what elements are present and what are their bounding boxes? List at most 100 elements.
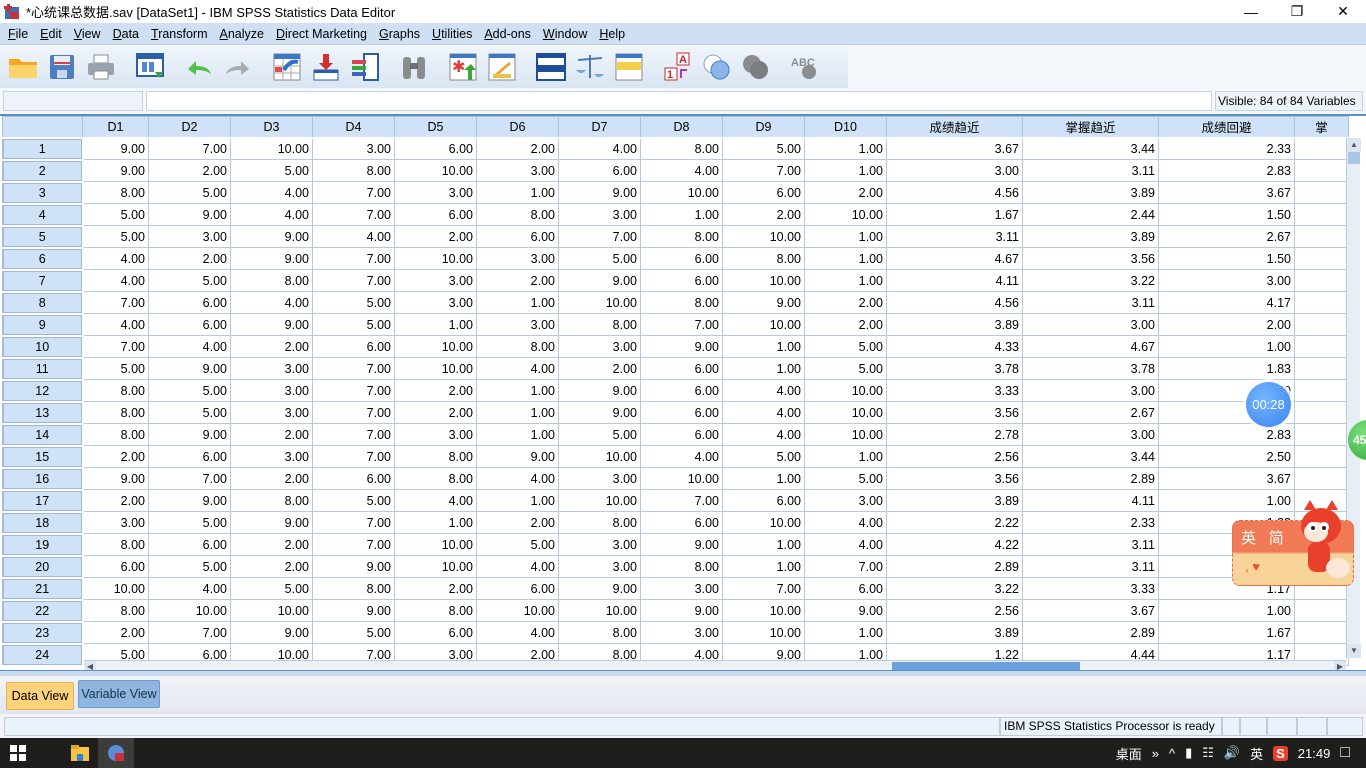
data-cell[interactable]: 1.00 — [476, 181, 559, 204]
data-cell[interactable]: 6.00 — [640, 401, 723, 424]
data-cell[interactable]: 7.00 — [148, 621, 231, 644]
data-cell[interactable]: 8.00 — [394, 599, 477, 622]
redo-button[interactable] — [221, 50, 255, 84]
column-header[interactable]: D3 — [230, 116, 313, 139]
data-cell[interactable] — [1294, 599, 1349, 622]
data-cell[interactable]: 2.78 — [886, 423, 1023, 446]
row-number[interactable]: 12 — [2, 378, 84, 403]
data-cell[interactable]: 2.83 — [1158, 423, 1295, 446]
data-cell[interactable] — [1294, 335, 1349, 358]
vertical-scroll-thumb[interactable] — [1348, 152, 1360, 164]
data-cell[interactable]: 5.00 — [82, 225, 149, 248]
data-cell[interactable]: 9.00 — [230, 247, 313, 270]
data-cell[interactable]: 4.00 — [82, 313, 149, 336]
data-cell[interactable]: 4.11 — [1022, 489, 1159, 512]
data-cell[interactable]: 3.56 — [886, 401, 1023, 424]
row-number[interactable]: 9 — [2, 312, 84, 337]
start-button[interactable] — [10, 745, 27, 762]
data-cell[interactable]: 9.00 — [640, 533, 723, 556]
row-number[interactable]: 4 — [2, 202, 84, 227]
data-cell[interactable]: 4.00 — [476, 621, 559, 644]
data-cell[interactable]: 9.00 — [476, 445, 559, 468]
data-cell[interactable]: 6.00 — [476, 577, 559, 600]
data-cell[interactable]: 6.00 — [640, 269, 723, 292]
data-cell[interactable]: 10.00 — [722, 599, 805, 622]
data-cell[interactable]: 10.00 — [394, 555, 477, 578]
data-cell[interactable]: 1.00 — [722, 533, 805, 556]
data-cell[interactable]: 10.00 — [722, 621, 805, 644]
data-cell[interactable]: 8.00 — [722, 247, 805, 270]
data-cell[interactable]: 3.11 — [1022, 159, 1159, 182]
menu-transform[interactable]: Transform — [145, 27, 214, 41]
data-cell[interactable]: 1.00 — [476, 291, 559, 314]
data-cell[interactable]: 9.00 — [82, 467, 149, 490]
data-cell[interactable]: 10.00 — [722, 511, 805, 534]
data-cell[interactable]: 4.00 — [640, 445, 723, 468]
goto-case-button[interactable] — [270, 50, 304, 84]
data-cell[interactable]: 4.00 — [82, 247, 149, 270]
data-cell[interactable]: 3.00 — [886, 159, 1023, 182]
data-cell[interactable]: 6.00 — [148, 313, 231, 336]
column-header[interactable]: D1 — [82, 116, 149, 139]
variables-button[interactable] — [348, 50, 382, 84]
data-cell[interactable]: 5.00 — [558, 423, 641, 446]
data-cell[interactable]: 7.00 — [148, 467, 231, 490]
data-cell[interactable]: 6.00 — [640, 379, 723, 402]
data-cell[interactable]: 3.00 — [394, 291, 477, 314]
data-cell[interactable]: 5.00 — [804, 335, 887, 358]
spell-check-button[interactable]: ABC — [788, 50, 822, 84]
row-number[interactable]: 8 — [2, 290, 84, 315]
row-number[interactable]: 21 — [2, 576, 84, 601]
data-cell[interactable]: 6.00 — [640, 357, 723, 380]
tray-expand-icon[interactable]: » — [1152, 746, 1159, 761]
data-cell[interactable]: 8.00 — [230, 489, 313, 512]
data-cell[interactable]: 3.00 — [476, 159, 559, 182]
data-cell[interactable]: 2.89 — [1022, 621, 1159, 644]
data-cell[interactable]: 8.00 — [82, 181, 149, 204]
data-cell[interactable]: 4.00 — [722, 401, 805, 424]
data-cell[interactable]: 7.00 — [640, 489, 723, 512]
horizontal-scroll-thumb[interactable] — [892, 662, 1080, 670]
recall-dialog-button[interactable] — [133, 50, 167, 84]
data-cell[interactable] — [1294, 203, 1349, 226]
row-number[interactable]: 16 — [2, 466, 84, 491]
data-cell[interactable]: 3.67 — [1022, 599, 1159, 622]
data-cell[interactable]: 10.00 — [804, 423, 887, 446]
row-number[interactable]: 13 — [2, 400, 84, 425]
data-cell[interactable]: 3.56 — [886, 467, 1023, 490]
data-cell[interactable]: 9.00 — [558, 269, 641, 292]
data-cell[interactable]: 10.00 — [722, 225, 805, 248]
data-cell[interactable]: 8.00 — [640, 137, 723, 160]
data-cell[interactable]: 9.00 — [230, 511, 313, 534]
data-cell[interactable]: 5.00 — [148, 379, 231, 402]
data-cell[interactable]: 3.00 — [1022, 379, 1159, 402]
data-cell[interactable]: 1.00 — [476, 423, 559, 446]
data-cell[interactable]: 3.89 — [886, 313, 1023, 336]
data-cell[interactable]: 6.00 — [722, 181, 805, 204]
data-cell[interactable]: 10.00 — [558, 291, 641, 314]
data-cell[interactable]: 3.00 — [640, 577, 723, 600]
data-cell[interactable]: 1.00 — [476, 379, 559, 402]
data-cell[interactable]: 1.00 — [722, 555, 805, 578]
data-cell[interactable]: 6.00 — [722, 489, 805, 512]
tray-show-hidden-icon[interactable]: ^ — [1169, 746, 1175, 761]
row-number[interactable]: 20 — [2, 554, 84, 579]
data-cell[interactable]: 10.00 — [394, 335, 477, 358]
data-cell[interactable]: 3.00 — [558, 555, 641, 578]
data-cell[interactable]: 6.00 — [640, 511, 723, 534]
data-cell[interactable]: 4.00 — [804, 511, 887, 534]
data-cell[interactable]: 8.00 — [230, 269, 313, 292]
data-cell[interactable] — [1294, 401, 1349, 424]
data-cell[interactable]: 2.00 — [558, 357, 641, 380]
data-cell[interactable]: 2.00 — [148, 247, 231, 270]
data-cell[interactable]: 4.00 — [640, 159, 723, 182]
data-cell[interactable]: 1.67 — [1158, 621, 1295, 644]
data-cell[interactable]: 10.00 — [722, 269, 805, 292]
data-cell[interactable]: 7.00 — [312, 445, 395, 468]
data-cell[interactable]: 1.00 — [804, 159, 887, 182]
data-cell[interactable]: 3.00 — [148, 225, 231, 248]
data-cell[interactable]: 2.56 — [886, 599, 1023, 622]
sogou-ime-icon[interactable]: S — [1273, 745, 1288, 761]
data-cell[interactable]: 10.00 — [722, 313, 805, 336]
data-cell[interactable]: 3.00 — [804, 489, 887, 512]
